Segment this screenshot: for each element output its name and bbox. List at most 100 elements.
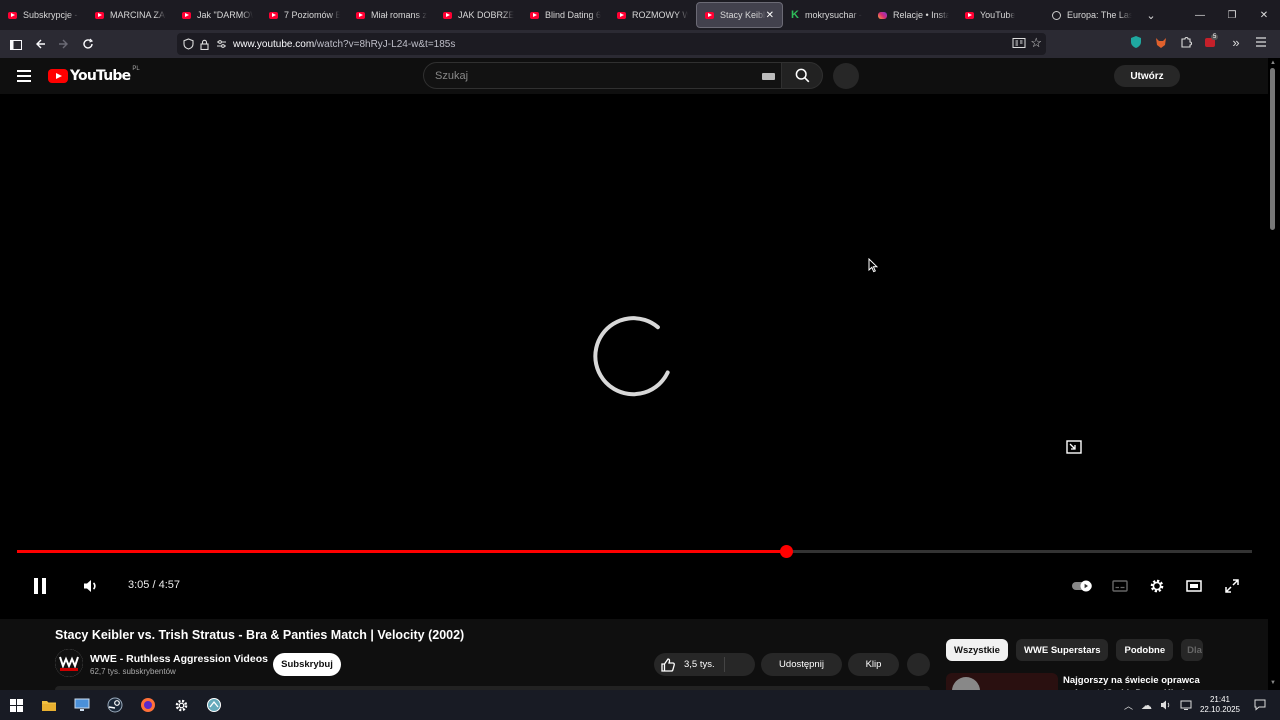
- browser-tab[interactable]: Jak "DARMOWY: [174, 0, 261, 30]
- autoplay-toggle-icon: [1072, 580, 1092, 592]
- reload-icon[interactable]: [76, 32, 100, 56]
- video-player[interactable]: 3:05 / 4:57: [0, 94, 1268, 619]
- close-tab-icon[interactable]: ✕: [766, 10, 774, 21]
- youtube-icon: [182, 11, 191, 19]
- browser-tab[interactable]: Blind Dating 6 G: [522, 0, 609, 30]
- tracking-protection-shield-icon[interactable]: [183, 38, 194, 50]
- steam-icon[interactable]: [106, 696, 124, 714]
- browser-tab-active[interactable]: Stacy Keibler✕: [696, 2, 783, 28]
- seek-bar[interactable]: [17, 545, 1252, 558]
- browser-tab-strip: Subskrypcje - YouTube MARCINA ZAGRYZŁ Ja…: [0, 0, 1280, 30]
- thumbs-up-icon: [661, 657, 675, 672]
- url-bar[interactable]: www.youtube.com/watch?v=8hRyJ-L24-w&t=18…: [177, 33, 1046, 55]
- related-filter-chips: Wszystkie WWE Superstars Podobne Dla: [946, 639, 1204, 661]
- bookmark-star-icon[interactable]: ☆: [1030, 35, 1042, 51]
- browser-tab[interactable]: YouTube: [957, 0, 1044, 30]
- youtube-icon: [269, 11, 278, 19]
- search-button[interactable]: [781, 62, 823, 89]
- browser-tab[interactable]: Kmokrysuchar - W: [783, 0, 870, 30]
- restore-window-icon[interactable]: ❐: [1216, 10, 1248, 21]
- sidebar-toggle-icon[interactable]: [4, 32, 28, 56]
- network-icon[interactable]: [1180, 699, 1192, 711]
- close-window-icon[interactable]: ✕: [1248, 10, 1280, 21]
- scrollbar-thumb[interactable]: [1270, 68, 1275, 230]
- gear-icon: [1150, 579, 1164, 593]
- search-input[interactable]: Szukaj: [423, 62, 781, 89]
- browser-tab[interactable]: 7 Poziomów Bogactwa: [261, 0, 348, 30]
- app-icon[interactable]: [205, 696, 223, 714]
- minimize-window-icon[interactable]: —: [1184, 10, 1216, 21]
- extension-badge-icon[interactable]: 5: [1200, 33, 1222, 51]
- browser-tab[interactable]: MARCINA ZAGRYZŁ: [87, 0, 174, 30]
- share-button[interactable]: Udostępnij: [761, 653, 842, 676]
- back-arrow-icon[interactable]: [28, 32, 52, 56]
- youtube-icon: [95, 11, 104, 19]
- extension-fox-icon[interactable]: [1150, 33, 1172, 51]
- subtitles-icon: [1112, 580, 1128, 592]
- overflow-menu-chevrons-icon[interactable]: »: [1225, 35, 1247, 50]
- recommended-video-thumbnail[interactable]: [946, 673, 1058, 690]
- browser-tab[interactable]: Relacje • Instagram: [870, 0, 957, 30]
- firefox-icon[interactable]: [139, 696, 157, 714]
- globe-icon: [1052, 10, 1061, 20]
- pause-button[interactable]: [30, 574, 50, 598]
- chip-for-you[interactable]: Dla: [1181, 639, 1204, 661]
- channel-avatar[interactable]: [55, 649, 83, 677]
- onedrive-cloud-icon[interactable]: ☁: [1141, 699, 1152, 712]
- dislike-button[interactable]: [725, 653, 755, 676]
- reader-view-icon[interactable]: [1012, 37, 1026, 49]
- taskbar-clock[interactable]: 21:41 22.10.2025: [1200, 695, 1240, 715]
- autoplay-toggle[interactable]: [1071, 574, 1093, 598]
- extensions-puzzle-icon[interactable]: [1175, 33, 1197, 51]
- lock-icon[interactable]: [200, 39, 209, 50]
- miniplayer-icon[interactable]: [1066, 440, 1082, 459]
- youtube-icon: [530, 11, 539, 19]
- show-hidden-icons-chevron-icon[interactable]: ︿: [1124, 699, 1133, 712]
- mute-button[interactable]: [80, 574, 102, 598]
- scroll-up-icon[interactable]: ▲: [1270, 60, 1276, 66]
- settings-gear-icon[interactable]: [172, 696, 190, 714]
- more-actions-button[interactable]: [907, 653, 930, 676]
- guide-menu-icon[interactable]: [17, 70, 31, 82]
- file-explorer-icon[interactable]: [40, 696, 58, 714]
- video-info: Stacy Keibler vs. Trish Stratus - Bra & …: [0, 619, 1268, 699]
- page-scrollbar[interactable]: ▲ ▼: [1268, 58, 1280, 690]
- channel-name[interactable]: WWE - Ruthless Aggression Videos: [90, 653, 268, 665]
- forward-arrow-icon[interactable]: [52, 32, 76, 56]
- chip-related[interactable]: Podobne: [1116, 639, 1174, 661]
- loading-spinner-icon: [593, 316, 670, 397]
- scroll-down-icon[interactable]: ▼: [1270, 680, 1276, 686]
- voice-search-button[interactable]: [833, 63, 859, 89]
- youtube-icon: [356, 11, 365, 19]
- clip-button[interactable]: Klip: [848, 653, 899, 676]
- permissions-icon[interactable]: [216, 39, 227, 49]
- system-tray: ︿ ☁ 21:41 22.10.2025: [1124, 690, 1280, 720]
- browser-tab[interactable]: JAK DOBRZE SIĘ: [435, 0, 522, 30]
- chip-all[interactable]: Wszystkie: [946, 639, 1008, 661]
- subtitles-button[interactable]: [1109, 574, 1131, 598]
- seek-bar-scrubber[interactable]: [780, 545, 793, 558]
- notifications-icon[interactable]: [1254, 699, 1266, 711]
- browser-tab[interactable]: Europa: The Last: [1044, 0, 1140, 30]
- chip-wwe-superstars[interactable]: WWE Superstars: [1015, 639, 1109, 661]
- youtube-icon: [965, 11, 974, 19]
- fullscreen-button[interactable]: [1221, 574, 1243, 598]
- extension-shield-icon[interactable]: [1125, 33, 1147, 51]
- app-menu-icon[interactable]: [1250, 33, 1272, 51]
- like-button[interactable]: 3,5 tys.: [660, 657, 724, 673]
- create-button[interactable]: Utwórz: [1114, 65, 1180, 87]
- seek-bar-played: [17, 550, 786, 553]
- browser-tab[interactable]: ROZMOWY W TR: [609, 0, 696, 30]
- volume-tray-icon[interactable]: [1160, 699, 1172, 711]
- browser-tab[interactable]: Subskrypcje - YouTube: [0, 0, 87, 30]
- windows-start-icon[interactable]: [7, 696, 25, 714]
- browser-tab[interactable]: Miał romans z w: [348, 0, 435, 30]
- list-all-tabs-chevron-icon[interactable]: ⌄: [1140, 9, 1162, 22]
- like-dislike-group: 3,5 tys.: [654, 653, 755, 676]
- settings-button[interactable]: [1146, 574, 1168, 598]
- subscribe-button[interactable]: Subskrybuj: [273, 653, 341, 676]
- theater-mode-button[interactable]: [1183, 574, 1205, 598]
- keyboard-icon[interactable]: [762, 73, 775, 80]
- remote-desktop-icon[interactable]: [73, 696, 91, 714]
- youtube-logo[interactable]: YouTube PL: [48, 66, 140, 84]
